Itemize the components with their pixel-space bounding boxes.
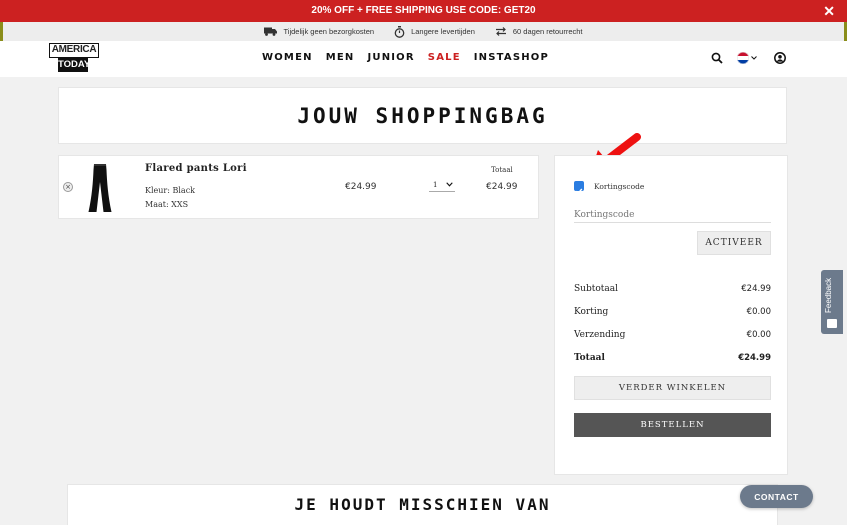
checkmark-icon <box>575 188 583 195</box>
usp-text: 60 dagen retourrecht <box>512 27 583 36</box>
product-name[interactable]: Flared pants Lori <box>145 163 247 174</box>
usp-bar: Tijdelijk geen bezorgkosten Langere leve… <box>3 22 844 41</box>
recommendations-title: JE HOUDT MISSCHIEN VAN <box>294 495 551 514</box>
promo-banner: 20% OFF + FREE SHIPPING USE CODE: GET20 … <box>0 0 847 22</box>
page-title: JOUW SHOPPINGBAG <box>297 104 548 128</box>
usp-text: Langere levertijden <box>411 27 475 36</box>
usp-item: Tijdelijk geen bezorgkosten <box>264 27 374 36</box>
close-icon[interactable]: ✕ <box>823 0 835 22</box>
activate-code-button[interactable]: ACTIVEER <box>697 231 771 255</box>
discount-label: Korting <box>574 307 609 317</box>
main-nav: WOMEN MEN JUNIOR SALE INSTASHOP <box>262 52 549 63</box>
product-color: Kleur: Black <box>145 186 196 195</box>
product-image-flared-pants[interactable] <box>85 162 115 214</box>
discount-code-checkbox[interactable] <box>574 181 584 195</box>
message-icon <box>827 319 837 328</box>
promo-text: 20% OFF + FREE SHIPPING USE CODE: GET20 <box>311 5 536 16</box>
site-header: AMERICA TODAY WOMEN MEN JUNIOR SALE INST… <box>0 41 847 77</box>
nav-women[interactable]: WOMEN <box>262 52 313 63</box>
truck-icon <box>264 27 278 36</box>
chevron-down-icon <box>446 182 453 187</box>
usp-text: Tijdelijk geen bezorgkosten <box>283 27 375 36</box>
order-summary-panel: Kortingscode ACTIVEER Subtotaal €24.99 K… <box>554 155 788 475</box>
subtotal-value: €24.99 <box>741 284 771 294</box>
discount-row: Korting €0.00 <box>574 307 771 317</box>
quantity-select[interactable]: 1 <box>429 180 455 192</box>
subtotal-label: Subtotaal <box>574 284 618 294</box>
quantity-value: 1 <box>433 181 438 189</box>
remove-item-button[interactable]: × <box>63 182 73 192</box>
total-value: €24.99 <box>738 353 771 363</box>
line-total-label: Totaal <box>491 166 513 174</box>
total-row: Totaal €24.99 <box>574 353 771 363</box>
cart-item-row: × Flared pants Lori Kleur: Black Maat: X… <box>58 155 539 219</box>
search-icon[interactable] <box>711 52 723 64</box>
shipping-label: Verzending <box>574 330 626 340</box>
page-title-panel: JOUW SHOPPINGBAG <box>58 87 787 144</box>
recommendations-panel: JE HOUDT MISSCHIEN VAN <box>67 484 778 525</box>
shipping-value: €0.00 <box>746 330 771 340</box>
discount-code-checkbox-label[interactable]: Kortingscode <box>594 182 644 191</box>
nav-men[interactable]: MEN <box>326 52 355 63</box>
continue-shopping-button[interactable]: VERDER WINKELEN <box>574 376 771 400</box>
logo-word-bottom: TODAY <box>58 58 91 72</box>
logo-word-top: AMERICA <box>49 43 99 58</box>
product-size: Maat: XXS <box>145 200 189 209</box>
subtotal-row: Subtotaal €24.99 <box>574 284 771 294</box>
usp-item: Langere levertijden <box>394 25 475 38</box>
unit-price: €24.99 <box>345 182 377 192</box>
exchange-arrows-icon <box>495 27 506 36</box>
nav-sale[interactable]: SALE <box>428 52 461 63</box>
america-today-logo[interactable]: AMERICA TODAY <box>49 43 99 73</box>
shipping-row: Verzending €0.00 <box>574 330 771 340</box>
language-flag-nl-icon[interactable] <box>737 52 749 64</box>
discount-value: €0.00 <box>746 307 771 317</box>
discount-code-input[interactable] <box>574 207 771 223</box>
usp-item: 60 dagen retourrecht <box>495 27 583 36</box>
place-order-button[interactable]: BESTELLEN <box>574 413 771 437</box>
total-label: Totaal <box>574 353 605 363</box>
account-icon[interactable] <box>774 52 786 64</box>
feedback-label: Feedback <box>824 277 833 313</box>
nav-junior[interactable]: JUNIOR <box>367 52 414 63</box>
stopwatch-icon <box>394 25 405 38</box>
line-total: €24.99 <box>486 182 518 192</box>
feedback-tab[interactable]: Feedback <box>821 270 843 334</box>
contact-button[interactable]: CONTACT <box>740 485 813 508</box>
nav-instashop[interactable]: INSTASHOP <box>474 52 549 63</box>
chevron-down-icon[interactable] <box>751 56 757 60</box>
